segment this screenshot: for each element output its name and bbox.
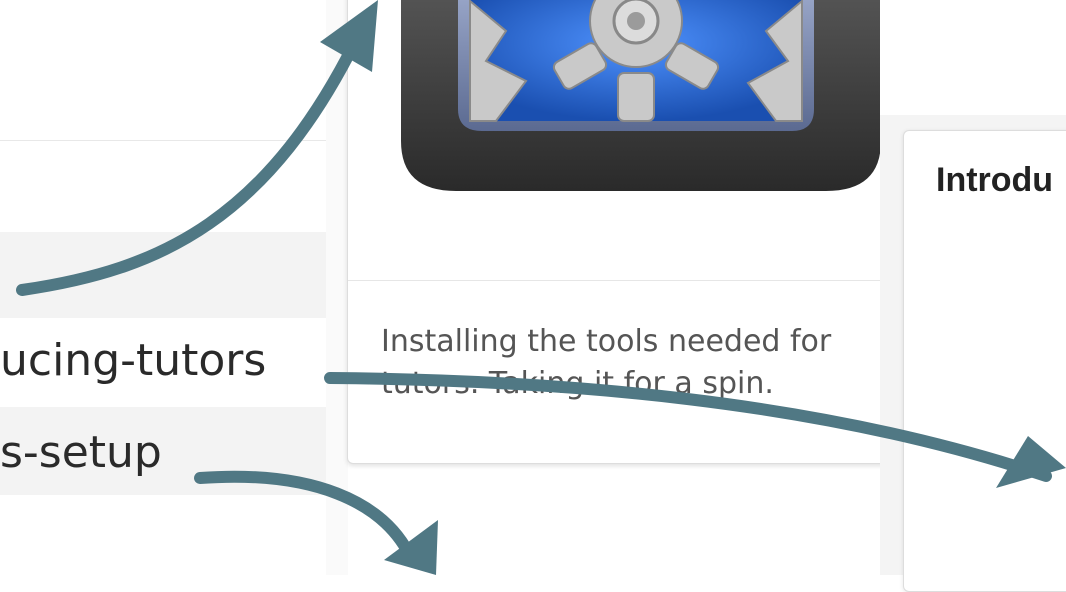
background-card: [880, 0, 947, 115]
list-item-label: s-setup: [0, 427, 162, 478]
gear-app-icon: [396, 0, 906, 201]
file-list-panel: ucing-tutors s-setup: [0, 0, 326, 575]
card-title: Introdu: [936, 161, 1054, 199]
list-item-highlighted[interactable]: [0, 232, 326, 318]
background-gap: [946, 0, 1066, 115]
card-description: Installing the tools needed for tutors. …: [381, 324, 832, 401]
arrowhead-down: [384, 520, 438, 575]
list-divider: [0, 140, 326, 141]
list-item-tutors-setup[interactable]: s-setup: [0, 407, 326, 495]
card-gutter: [326, 0, 348, 575]
intro-card[interactable]: Introdu: [903, 130, 1066, 592]
list-item-label: ucing-tutors: [0, 335, 267, 386]
card-divider: [348, 280, 888, 281]
setup-card[interactable]: Installing the tools needed for tutors. …: [347, 0, 889, 464]
list-item-introducing-tutors[interactable]: ucing-tutors: [0, 323, 326, 405]
